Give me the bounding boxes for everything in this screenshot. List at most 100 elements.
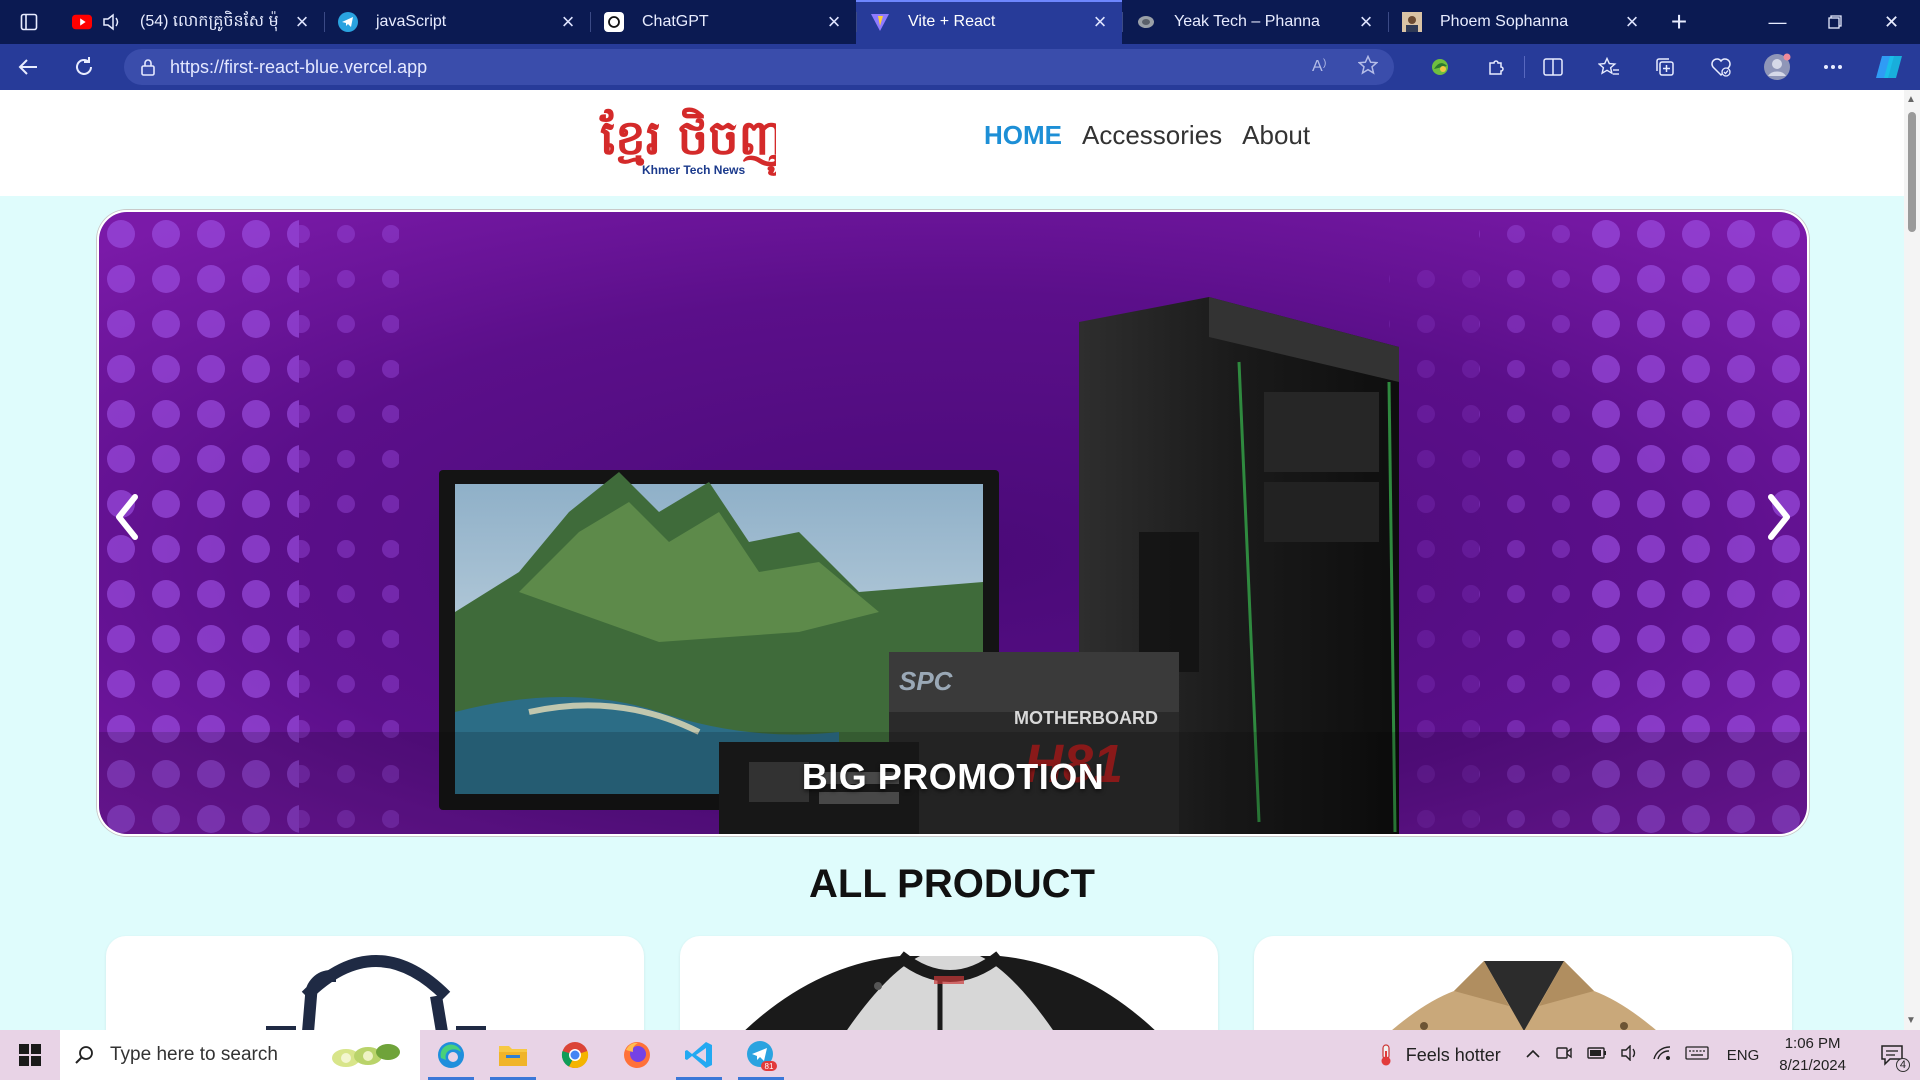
clock-time: 1:06 PM	[1784, 1035, 1841, 1052]
logo-english-text: Khmer Tech News	[642, 163, 745, 177]
close-window-icon[interactable]: ✕	[1863, 0, 1920, 44]
browser-tab[interactable]: (54) លោកគ្រូចិនសែ ម៉ុ ×	[58, 0, 324, 44]
nav-home[interactable]: HOME	[984, 120, 1062, 151]
new-tab-button[interactable]: +	[1654, 0, 1704, 44]
tab-title: ChatGPT	[642, 13, 709, 30]
browser-tab[interactable]: Phoem Sophanna ×	[1388, 0, 1654, 44]
scroll-up-icon[interactable]: ▲	[1906, 94, 1916, 105]
browser-tab[interactable]: Yeak Tech – Phanna ×	[1122, 0, 1388, 44]
close-tab-icon[interactable]: ×	[1356, 9, 1376, 34]
close-tab-icon[interactable]: ×	[1090, 9, 1110, 34]
scrollbar-thumb[interactable]	[1908, 112, 1916, 232]
speaker-icon[interactable]	[102, 12, 122, 32]
khaki-jacket-image	[1392, 961, 1656, 1030]
browser-toolbar: https://first-react-blue.vercel.app A)	[0, 44, 1920, 90]
file-explorer-icon[interactable]	[482, 1030, 544, 1080]
nav-about[interactable]: About	[1242, 120, 1310, 151]
close-tab-icon[interactable]: ×	[292, 9, 312, 34]
browser-essentials-icon[interactable]	[1693, 44, 1749, 90]
hero-caption: BIG PROMOTION	[801, 756, 1105, 797]
close-tab-icon[interactable]: ×	[824, 9, 844, 34]
carousel-next-button[interactable]	[1757, 482, 1801, 552]
favorites-icon[interactable]	[1581, 44, 1637, 90]
start-button[interactable]	[0, 1030, 60, 1080]
tab-actions-icon[interactable]	[0, 0, 58, 44]
browser-tab[interactable]: javaScript ×	[324, 0, 590, 44]
site-logo[interactable]: ខ្មែរ ថិចញូ Khmer Tech News	[596, 104, 784, 184]
telegram-icon	[338, 12, 358, 32]
edge-icon[interactable]	[420, 1030, 482, 1080]
scroll-down-icon[interactable]: ▼	[1906, 1015, 1916, 1026]
firefox-icon[interactable]	[606, 1030, 668, 1080]
browser-tab-active[interactable]: Vite + React ×	[856, 0, 1122, 44]
minimize-icon[interactable]: —	[1749, 0, 1806, 44]
volume-icon[interactable]	[1621, 1043, 1639, 1066]
weather-widget[interactable]: Feels hotter	[1376, 1043, 1501, 1067]
vite-icon	[870, 12, 890, 32]
wifi-icon[interactable]	[1653, 1045, 1671, 1066]
profile-avatar-icon[interactable]	[1749, 44, 1805, 90]
copilot-icon[interactable]	[1861, 44, 1917, 90]
chevron-right-icon	[1768, 494, 1790, 540]
chrome-icon[interactable]	[544, 1030, 606, 1080]
product-card[interactable]	[680, 936, 1218, 1030]
chatgpt-icon	[604, 12, 624, 32]
close-tab-icon[interactable]: ×	[1622, 9, 1642, 34]
hero-spc-text: SPC	[899, 666, 954, 696]
read-aloud-icon[interactable]: A)	[1312, 56, 1332, 79]
keyboard-icon[interactable]	[1685, 1045, 1709, 1065]
hero-motherboard-text: MOTHERBOARD	[1014, 708, 1158, 728]
taskbar-search[interactable]: Type here to search	[60, 1030, 420, 1080]
search-icon	[74, 1045, 94, 1065]
arrow-left-icon	[18, 59, 37, 75]
extension-icon[interactable]	[1412, 44, 1468, 90]
chevron-left-icon	[116, 494, 138, 540]
site-navigation: HOME Accessories About	[984, 120, 1310, 151]
svg-text:A: A	[1312, 58, 1323, 74]
system-tray: Feels hotter ENG 1:06 PM 8/21/2024 4	[1376, 1030, 1920, 1080]
product-card[interactable]	[1254, 936, 1792, 1030]
browser-tab-strip: (54) លោកគ្រូចិនសែ ម៉ុ × javaScript × Cha…	[0, 0, 1920, 44]
window-controls: — ✕	[1749, 0, 1920, 44]
address-bar[interactable]: https://first-react-blue.vercel.app A)	[124, 49, 1394, 85]
browser-tab[interactable]: ChatGPT ×	[590, 0, 856, 44]
notification-center-button[interactable]: 4	[1872, 1044, 1912, 1072]
avatar-icon	[1402, 12, 1422, 32]
product-grid	[106, 936, 1792, 1030]
product-card[interactable]	[106, 936, 644, 1030]
input-language[interactable]: ENG	[1727, 1047, 1760, 1064]
page-scrollbar[interactable]: ▲ ▼	[1904, 90, 1920, 1030]
favorite-star-icon[interactable]	[1357, 54, 1379, 80]
collections-icon[interactable]	[1637, 44, 1693, 90]
windows-taskbar: Type here to search 81 Feels hotter ENG …	[0, 1030, 1920, 1080]
telegram-icon[interactable]: 81	[730, 1030, 792, 1080]
chevron-up-icon[interactable]	[1525, 1046, 1541, 1064]
youtube-icon	[72, 12, 92, 32]
tab-title: javaScript	[376, 13, 447, 30]
globe-icon	[1136, 12, 1156, 32]
back-button[interactable]	[0, 44, 56, 90]
extensions-puzzle-icon[interactable]	[1468, 44, 1524, 90]
section-title: ALL PRODUCT	[809, 862, 1095, 906]
nav-accessories[interactable]: Accessories	[1082, 120, 1222, 151]
battery-icon[interactable]	[1587, 1046, 1607, 1064]
telegram-badge: 81	[765, 1062, 774, 1071]
windows-logo-icon	[19, 1044, 41, 1066]
carousel-prev-button[interactable]	[105, 482, 149, 552]
system-clock[interactable]: 1:06 PM 8/21/2024	[1779, 1033, 1846, 1077]
refresh-button[interactable]	[56, 44, 112, 90]
meet-now-icon[interactable]	[1555, 1045, 1573, 1066]
more-options-icon[interactable]	[1805, 44, 1861, 90]
close-tab-icon[interactable]: ×	[558, 9, 578, 34]
hero-carousel[interactable]: SPC MOTHERBOARD H81 BIG PROMOTION	[97, 210, 1809, 836]
vscode-icon[interactable]	[668, 1030, 730, 1080]
split-screen-icon[interactable]	[1525, 44, 1581, 90]
search-placeholder: Type here to search	[110, 1044, 278, 1065]
tab-title: Vite + React	[908, 13, 996, 30]
tab-title: (54) លោកគ្រូចិនសែ ម៉ុ	[140, 13, 279, 30]
refresh-icon	[76, 57, 92, 75]
tab-title: Yeak Tech – Phanna	[1174, 13, 1320, 30]
lock-icon[interactable]	[140, 58, 156, 76]
restore-icon[interactable]	[1806, 0, 1863, 44]
raglan-tshirt-image	[745, 951, 1155, 1030]
